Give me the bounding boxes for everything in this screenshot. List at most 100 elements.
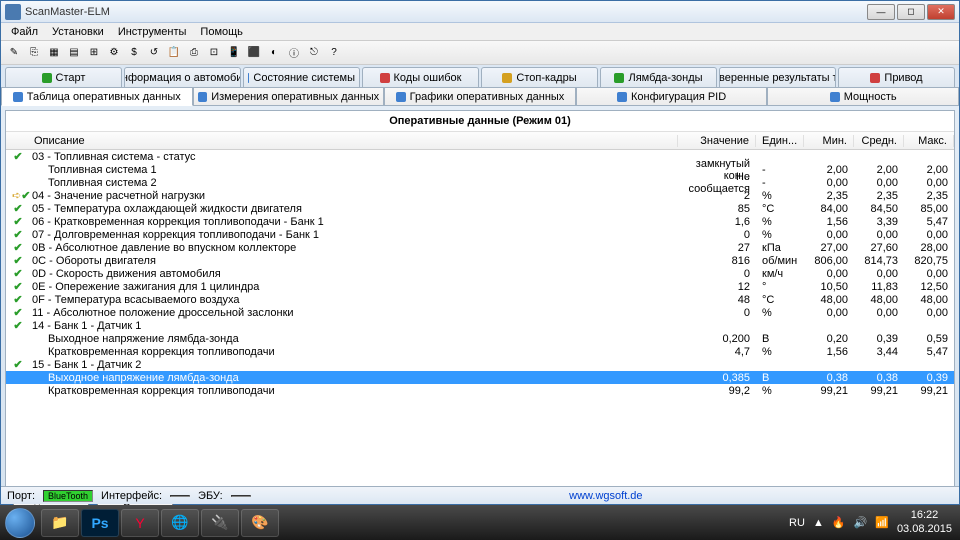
sb-ecu-val (231, 495, 251, 497)
sb-link[interactable]: www.wgsoft.de (569, 490, 642, 502)
taskbar-photoshop[interactable]: Ps (81, 509, 119, 537)
col-desc[interactable]: Описание (6, 135, 678, 147)
tab-icon (614, 73, 624, 83)
table-row[interactable]: Кратковременная коррекция топливоподачи9… (6, 384, 954, 397)
toolbar-btn-1[interactable]: ⎘ (25, 44, 43, 62)
content-panel: Оперативные данные (Режим 01) Описание З… (5, 110, 955, 490)
table-row[interactable]: ✔15 - Банк 1 - Датчик 2 (6, 358, 954, 371)
check-icon: ✔ (12, 306, 24, 319)
tab-icon (248, 73, 249, 83)
tab-icon (13, 92, 23, 102)
toolbar-btn-5[interactable]: ⚙ (105, 44, 123, 62)
titlebar[interactable]: ScanMaster-ELM — ◻ ✕ (1, 1, 959, 23)
check-icon: ✔ (12, 150, 24, 163)
window-title: ScanMaster-ELM (25, 6, 867, 18)
table-row[interactable]: ➪✔04 - Значение расчетной нагрузки2%2,35… (6, 189, 954, 202)
toolbar-btn-11[interactable]: 📱 (225, 44, 243, 62)
tray-sound-icon[interactable]: 🔊 (854, 516, 868, 529)
col-max[interactable]: Макс. (904, 135, 954, 147)
grid-header: Описание Значение Един... Мин. Средн. Ма… (6, 132, 954, 150)
tray-flag-icon[interactable]: ▲ (813, 517, 824, 529)
upper-tab-5[interactable]: Лямбда-зонды (600, 67, 717, 87)
grid-body[interactable]: ✔03 - Топливная система - статусТопливна… (6, 150, 954, 490)
toolbar-btn-16[interactable]: ? (325, 44, 343, 62)
col-val[interactable]: Значение (678, 135, 756, 147)
toolbar-btn-4[interactable]: ⊞ (85, 44, 103, 62)
upper-tab-0[interactable]: Старт (5, 67, 122, 87)
table-row[interactable]: ✔06 - Кратковременная коррекция топливоп… (6, 215, 954, 228)
taskbar-scanmaster[interactable]: 🔌 (201, 509, 239, 537)
lower-tab-2[interactable]: Графики оперативных данных (384, 88, 576, 106)
tab-icon (198, 92, 208, 102)
toolbar-btn-10[interactable]: ⊡ (205, 44, 223, 62)
tray-battery-icon[interactable]: 🔥 (832, 516, 846, 529)
table-row[interactable]: Кратковременная коррекция топливоподачи4… (6, 345, 954, 358)
upper-tab-4[interactable]: Стоп-кадры (481, 67, 598, 87)
table-row[interactable]: Выходное напряжение лямбда-зонда0,385В0,… (6, 371, 954, 384)
taskbar-yandex[interactable]: Y (121, 509, 159, 537)
minimize-button[interactable]: — (867, 4, 895, 20)
menu-1[interactable]: Установки (46, 25, 110, 39)
check-icon: ✔ (12, 358, 24, 371)
col-min[interactable]: Мин. (804, 135, 854, 147)
menu-2[interactable]: Инструменты (112, 25, 193, 39)
upper-tab-1[interactable]: Информация о автомобиле (124, 67, 241, 87)
toolbar-btn-13[interactable]: ◐ (265, 44, 283, 62)
toolbar-btn-8[interactable]: 📋 (165, 44, 183, 62)
table-row[interactable]: ✔0D - Скорость движения автомобиля0км/ч0… (6, 267, 954, 280)
tab-icon (380, 73, 390, 83)
col-unit[interactable]: Един... (756, 135, 804, 147)
close-button[interactable]: ✕ (927, 4, 955, 20)
table-row[interactable]: ✔0B - Абсолютное давление во впускном ко… (6, 241, 954, 254)
toolbar-btn-14[interactable]: ⓘ (285, 44, 303, 62)
sb-port-val: BlueTooth (43, 490, 93, 502)
tray-lang[interactable]: RU (789, 517, 805, 529)
table-row[interactable]: ✔0E - Опережение зажигания для 1 цилиндр… (6, 280, 954, 293)
lower-tab-3[interactable]: Конфигурация PID (576, 88, 768, 106)
lower-tab-4[interactable]: Мощность (767, 88, 959, 106)
table-row[interactable]: ✔0F - Температура всасываемого воздуха48… (6, 293, 954, 306)
lower-tab-0[interactable]: Таблица оперативных данных (1, 88, 193, 106)
lower-tab-1[interactable]: Измерения оперативных данных (193, 88, 385, 106)
upper-tab-3[interactable]: Коды ошибок (362, 67, 479, 87)
table-row[interactable]: Топливная система 2Не сообщается-0,000,0… (6, 176, 954, 189)
table-row[interactable]: ✔14 - Банк 1 - Датчик 1 (6, 319, 954, 332)
toolbar-btn-9[interactable]: ⎙ (185, 44, 203, 62)
check-icon: ✔ (12, 202, 24, 215)
maximize-button[interactable]: ◻ (897, 4, 925, 20)
menu-0[interactable]: Файл (5, 25, 44, 39)
tray-network-icon[interactable]: 📶 (875, 516, 889, 529)
table-row[interactable]: Выходное напряжение лямбда-зонда0,200В0,… (6, 332, 954, 345)
table-row[interactable]: ✔0C - Обороты двигателя816об/мин806,0081… (6, 254, 954, 267)
taskbar-paint[interactable]: 🎨 (241, 509, 279, 537)
taskbar[interactable]: 📁 Ps Y 🌐 🔌 🎨 RU ▲ 🔥 🔊 📶 16:22 03.08.2015 (0, 505, 960, 540)
menubar: ФайлУстановкиИнструментыПомощь (1, 23, 959, 41)
toolbar-btn-0[interactable]: ✎ (5, 44, 23, 62)
table-row[interactable]: ✔05 - Температура охлаждающей жидкости д… (6, 202, 954, 215)
tab-icon (42, 73, 52, 83)
sb-ecu-label: ЭБУ: (198, 490, 223, 502)
taskbar-chrome[interactable]: 🌐 (161, 509, 199, 537)
table-row[interactable]: ✔07 - Долговременная коррекция топливопо… (6, 228, 954, 241)
col-avg[interactable]: Средн. (854, 135, 904, 147)
table-row[interactable]: ✔03 - Топливная система - статус (6, 150, 954, 163)
arrow-icon: ➪✔ (12, 189, 24, 202)
sb-port-label: Порт: (7, 490, 35, 502)
toolbar-btn-15[interactable]: ⎋ (305, 44, 323, 62)
check-icon: ✔ (12, 241, 24, 254)
start-button[interactable] (0, 505, 40, 540)
upper-tab-6[interactable]: Проверенные результаты теста (719, 67, 836, 87)
taskbar-explorer[interactable]: 📁 (41, 509, 79, 537)
toolbar-btn-3[interactable]: ▤ (65, 44, 83, 62)
toolbar-btn-2[interactable]: ▦ (45, 44, 63, 62)
toolbar-btn-6[interactable]: $ (125, 44, 143, 62)
table-row[interactable]: ✔11 - Абсолютное положение дроссельной з… (6, 306, 954, 319)
upper-tab-2[interactable]: Состояние системы (243, 67, 360, 87)
system-tray[interactable]: RU ▲ 🔥 🔊 📶 16:22 03.08.2015 (789, 509, 960, 535)
table-row[interactable]: Топливная система 1замкнутый кон...-2,00… (6, 163, 954, 176)
tray-clock[interactable]: 16:22 03.08.2015 (897, 509, 952, 535)
menu-3[interactable]: Помощь (194, 25, 249, 39)
toolbar-btn-12[interactable]: ⬛ (245, 44, 263, 62)
upper-tab-7[interactable]: Привод (838, 67, 955, 87)
toolbar-btn-7[interactable]: ↺ (145, 44, 163, 62)
